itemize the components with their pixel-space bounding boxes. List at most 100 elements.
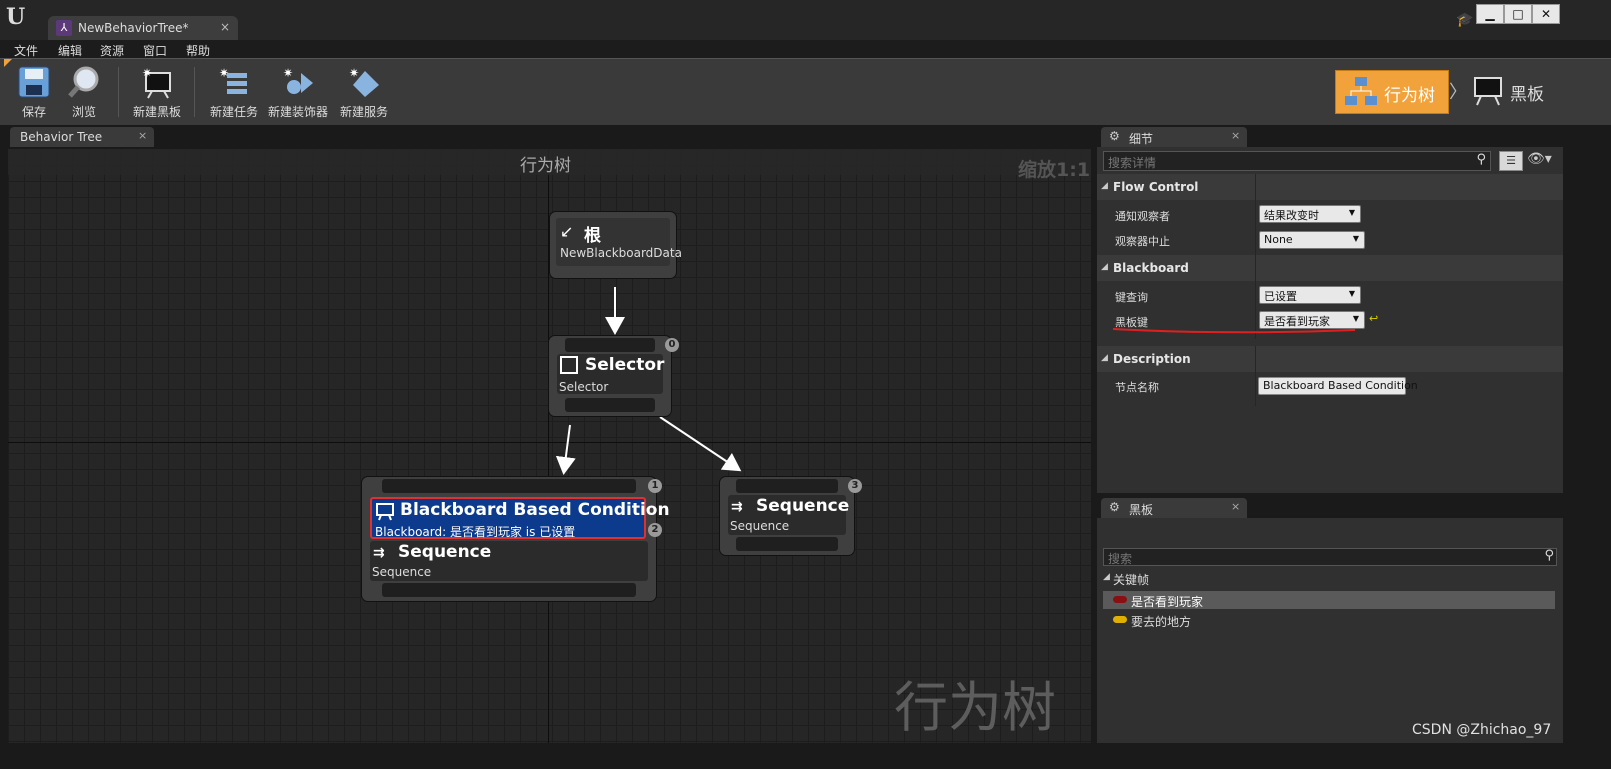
execution-index-badge: 3 [848, 479, 862, 493]
reset-to-default-icon[interactable]: ↩ [1369, 312, 1378, 325]
new-blackboard-button[interactable]: ✷ 新建黑板 [128, 65, 186, 121]
blackboard-tab-label: 黑板 [1129, 503, 1154, 517]
minimize-button[interactable]: ▁ [1476, 4, 1504, 24]
key-name: 要去的地方 [1131, 615, 1192, 629]
category-blackboard[interactable]: ◢ Blackboard [1097, 255, 1563, 281]
red-underline-annotation [1112, 328, 1356, 334]
root-node[interactable]: ↙ 根 NewBlackboardData [550, 212, 682, 278]
maximize-button[interactable]: □ [1504, 4, 1532, 24]
details-tab-label: 细节 [1129, 132, 1154, 146]
category-label: Flow Control [1113, 180, 1199, 194]
close-icon[interactable]: × [220, 20, 230, 34]
close-icon[interactable]: × [138, 129, 147, 142]
close-window-button[interactable]: ✕ [1532, 4, 1560, 24]
blackboard-mode-icon [1472, 74, 1504, 109]
key-type-icon [1113, 596, 1127, 603]
mode-separator: 〉 [1449, 82, 1467, 103]
collapse-arrow-icon: ◢ [1101, 181, 1108, 191]
execution-index-badge: 1 [648, 479, 662, 493]
category-description[interactable]: ◢ Description [1097, 346, 1563, 372]
selector-node[interactable]: Selector Selector 0 [549, 336, 679, 416]
tab-details[interactable]: ⚙ 细节 × [1101, 127, 1247, 147]
menu-asset[interactable]: 资源 [100, 42, 124, 59]
blackboard-mode-button[interactable]: 黑板 [1470, 70, 1580, 112]
output-pin[interactable] [565, 398, 655, 412]
selector-icon [560, 356, 578, 374]
connection-selector-sequence-right [659, 416, 742, 472]
new-decorator-label: 新建装饰器 [267, 105, 328, 119]
keys-section-label[interactable]: 关键帧 [1113, 571, 1149, 588]
graph-canvas[interactable]: 行为树 缩放1:1 行为树 ↙ 根 NewBlackboardData Sele… [8, 149, 1091, 743]
dropdown-value: 已设置 [1264, 290, 1297, 303]
category-label: Blackboard [1113, 261, 1189, 275]
notify-observer-dropdown[interactable]: 结果改变时 ▼ [1259, 205, 1361, 223]
output-pin[interactable] [736, 537, 838, 551]
blackboard-key-item[interactable]: 要去的地方 [1103, 611, 1555, 629]
input-pin[interactable] [565, 338, 655, 352]
behavior-tree-mode-icon [1344, 76, 1378, 111]
dropdown-value: 结果改变时 [1264, 209, 1319, 222]
new-task-label: 新建任务 [209, 105, 258, 119]
search-icon: ⚲ [1476, 152, 1486, 167]
browse-button[interactable]: 浏览 [56, 65, 112, 121]
property-matrix-button[interactable]: ☰ [1499, 151, 1523, 171]
search-icon: ⚲ [1544, 548, 1554, 563]
blackboard-key-item[interactable]: 是否看到玩家 [1103, 591, 1555, 609]
document-tab[interactable]: ⅄ NewBehaviorTree* × [48, 16, 238, 40]
close-icon[interactable]: × [1231, 129, 1240, 142]
observer-aborts-dropdown[interactable]: None ▼ [1259, 231, 1365, 249]
notify-observer-label: 通知观察者 [1115, 210, 1170, 223]
toolbar-divider [194, 67, 195, 117]
blackboard-search-input[interactable]: 搜索 ⚲ [1103, 548, 1557, 566]
menu-file[interactable]: 文件 [14, 42, 38, 59]
new-decorator-button[interactable]: ✷ 新建装饰器 [266, 65, 330, 121]
behavior-tree-mode-label: 行为树 [1384, 86, 1435, 106]
new-service-button[interactable]: ✷ 新建服务 [336, 65, 392, 121]
decorator-title: Blackboard Based Condition [400, 500, 670, 520]
category-flow-control[interactable]: ◢ Flow Control [1097, 174, 1563, 200]
menu-window[interactable]: 窗口 [143, 42, 167, 59]
menu-bar: 文件 编辑 资源 窗口 帮助 [0, 40, 1611, 58]
new-task-icon: ✷ [217, 65, 251, 99]
sequence-icon: ⇉ [373, 545, 385, 561]
sequence-left-body: ⇉ Sequence Sequence [370, 541, 648, 581]
tab-behavior-tree[interactable]: Behavior Tree × [10, 127, 154, 147]
save-button[interactable]: 保存 [6, 65, 62, 121]
view-options-icon[interactable]: 👁▾ [1527, 151, 1552, 167]
menu-edit[interactable]: 编辑 [58, 42, 82, 59]
blackboard-tab-icon: ⚙ [1109, 500, 1120, 514]
column-divider [1255, 346, 1256, 406]
sequence-left-title: Sequence [398, 542, 492, 562]
blackboard-condition-decorator[interactable]: Blackboard Based Condition Blackboard: 是… [370, 497, 670, 539]
input-pin[interactable] [382, 479, 636, 493]
sequence-node-with-decorator[interactable]: Blackboard Based Condition Blackboard: 是… [362, 477, 670, 601]
new-service-label: 新建服务 [339, 105, 388, 119]
input-pin[interactable] [736, 479, 838, 493]
new-blackboard-label: 新建黑板 [132, 105, 181, 119]
key-query-dropdown[interactable]: 已设置 ▼ [1259, 286, 1361, 304]
details-panel: 搜索详情 ⚲ ☰ 👁▾ ◢ Flow Control 通知观察者 结果改变时 ▼… [1097, 147, 1563, 493]
sequence-right-title: Sequence [756, 496, 850, 516]
close-icon[interactable]: × [1231, 500, 1240, 513]
save-label: 保存 [21, 105, 46, 119]
decorator-subtitle: Blackboard: 是否看到玩家 is 已设置 [375, 525, 576, 539]
menu-help[interactable]: 帮助 [186, 42, 210, 59]
dropdown-arrow-icon: ▼ [1352, 234, 1359, 243]
details-search-input[interactable]: 搜索详情 ⚲ [1103, 151, 1491, 171]
output-pin[interactable] [382, 583, 636, 597]
learn-icon[interactable]: 🎓 [1456, 12, 1473, 28]
key-name: 是否看到玩家 [1131, 595, 1204, 609]
node-name-input[interactable]: Blackboard Based Condition [1258, 377, 1418, 395]
sequence-right-node[interactable]: ⇉ Sequence Sequence 3 [720, 477, 862, 555]
toolbar: 保存 浏览 ✷ 新建黑板 ✷ 新建任务 ✷ 新建装饰器 ✷ 新建服务 行为树 〉… [0, 58, 1611, 125]
sequence-icon: ⇉ [731, 499, 743, 515]
behavior-tree-mode-button[interactable]: 行为树 [1335, 70, 1449, 114]
dropdown-value: None [1264, 233, 1293, 246]
tab-blackboard[interactable]: ⚙ 黑板 × [1101, 498, 1247, 518]
collapse-arrow-icon: ◢ [1103, 572, 1110, 582]
save-icon [17, 65, 51, 99]
unreal-logo[interactable]: U [6, 4, 40, 34]
connection-selector-sequence-left [555, 424, 576, 475]
details-icon: ⚙ [1109, 129, 1120, 143]
new-task-button[interactable]: ✷ 新建任务 [206, 65, 262, 121]
